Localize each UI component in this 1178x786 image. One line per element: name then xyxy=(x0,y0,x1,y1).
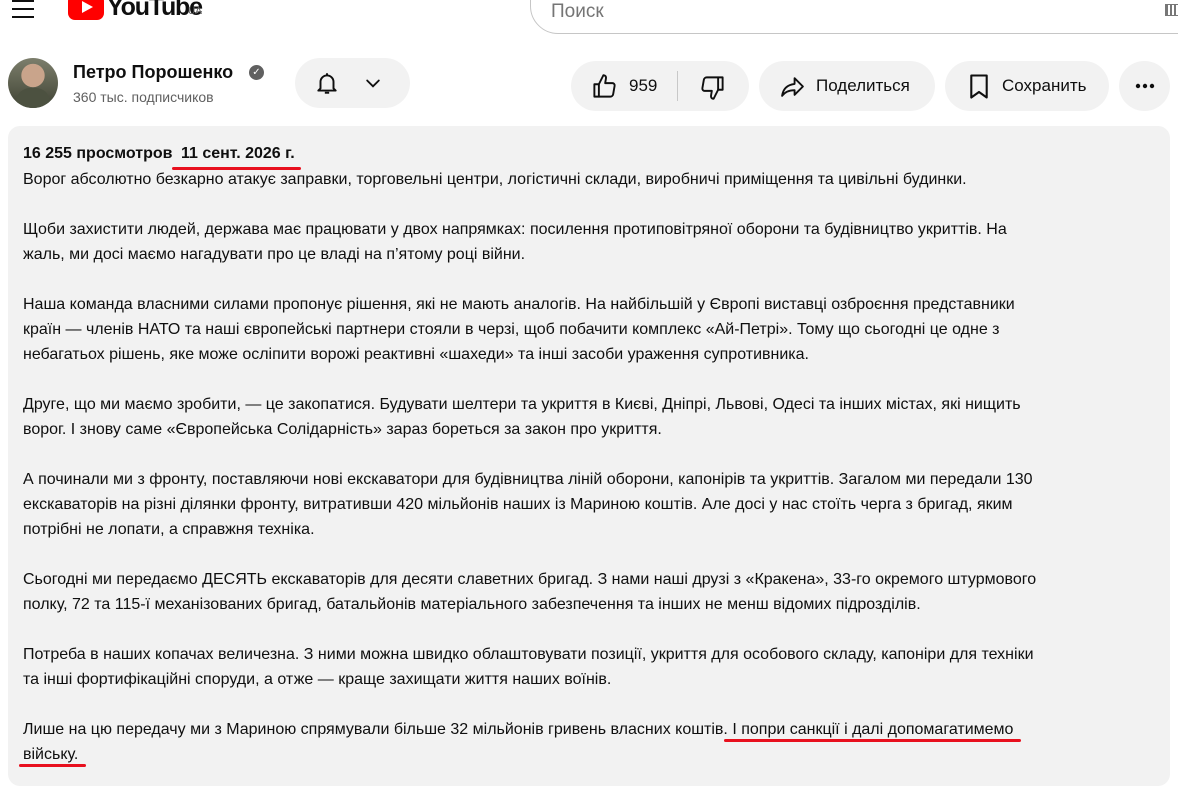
view-count: 16 255 просмотров xyxy=(23,145,173,162)
more-icon xyxy=(1135,83,1155,89)
channel-name[interactable]: Петро Порошенко xyxy=(73,62,233,83)
description-paragraph: Друге, що ми маємо зробити, — це закопат… xyxy=(23,392,1155,442)
menu-icon[interactable] xyxy=(12,0,34,20)
verified-icon: ✓ xyxy=(249,65,264,80)
highlighted-text: І попри санкції і далі допомагатимемо xyxy=(727,721,1014,738)
description-paragraph: Ворог абсолютно безкарно атакує заправки… xyxy=(23,167,1155,192)
video-owner-row: Петро Порошенко ✓ 360 тыс. подписчиков 9… xyxy=(0,56,1178,112)
description-paragraph: А починали ми з фронту, поставляючи нові… xyxy=(23,467,1155,542)
like-count[interactable]: 959 xyxy=(629,76,657,96)
last-line-plain: Лише на цю передачу ми з Мариною спрямув… xyxy=(23,721,728,738)
description-line: екскаваторів на різні ділянки фронту, ви… xyxy=(23,496,1013,513)
search-box[interactable] xyxy=(530,0,1178,34)
logo-region: UA xyxy=(188,6,202,17)
description-paragraph: Сьогодні ми передаємо ДЕСЯТЬ екскаваторі… xyxy=(23,567,1155,617)
description-line: Ворог абсолютно безкарно атакує заправки… xyxy=(23,171,967,188)
description-line: А починали ми з фронту, поставляючи нові… xyxy=(23,471,1033,488)
save-label: Сохранить xyxy=(1002,76,1087,95)
highlighted-text-2: війську. xyxy=(23,746,79,763)
upload-date: 11 сент. 2026 г. xyxy=(171,142,301,170)
description-line: жаль, ми досі маємо нагадувати про це вл… xyxy=(23,246,526,263)
description-line: ворог. І знову саме «Європейська Солідар… xyxy=(23,421,662,438)
description-paragraph-last: Лише на цю передачу ми з Мариною спрямув… xyxy=(23,717,1155,767)
video-description[interactable]: 16 255 просмотров 11 сент. 2026 г. Ворог… xyxy=(8,126,1170,786)
save-icon xyxy=(970,74,988,99)
description-paragraph: Наша команда власними силами пропонує рі… xyxy=(23,292,1155,367)
description-line: Щоби захистити людей, держава має працюв… xyxy=(23,221,1007,238)
description-line: та інші фортифікаційні споруди, а отже —… xyxy=(23,671,612,688)
description-meta: 16 255 просмотров 11 сент. 2026 г. xyxy=(23,142,1155,170)
description-line: країн — членів НАТО та наші європейські … xyxy=(23,321,1000,338)
description-paragraph: Щоби захистити людей, держава має працюв… xyxy=(23,217,1155,267)
avatar[interactable] xyxy=(8,58,58,108)
description-line: полку, 72 та 115-ї механізованих бригад,… xyxy=(23,596,921,613)
description-body: Ворог абсолютно безкарно атакує заправки… xyxy=(23,167,1155,692)
subscriber-count: 360 тыс. подписчиков xyxy=(73,89,214,105)
bell-icon xyxy=(317,73,337,94)
share-label: Поделиться xyxy=(816,76,910,95)
description-line: потрібні не лопати, а справжня техніка. xyxy=(23,521,315,538)
like-divider xyxy=(677,71,678,101)
search-input[interactable] xyxy=(551,1,1111,23)
share-button[interactable]: Поделиться xyxy=(759,61,935,111)
youtube-logo-icon xyxy=(68,0,104,20)
youtube-logo[interactable]: YouTube xyxy=(68,0,203,22)
keyboard-icon[interactable] xyxy=(1165,4,1178,16)
notifications-button[interactable] xyxy=(295,58,410,108)
like-icon[interactable] xyxy=(591,73,618,100)
top-bar: YouTube UA xyxy=(0,0,1178,40)
share-icon xyxy=(781,77,804,97)
description-line: небагатьох рішень, яке може осліпити вор… xyxy=(23,346,809,363)
like-dislike-group: 959 xyxy=(571,61,749,111)
description-paragraph: Потреба в наших копачах величезна. З ним… xyxy=(23,642,1155,692)
description-line: Друге, що ми маємо зробити, — це закопат… xyxy=(23,396,1021,413)
description-line: Наша команда власними силами пропонує рі… xyxy=(23,296,1015,313)
more-actions-button[interactable] xyxy=(1119,61,1170,111)
description-line: Сьогодні ми передаємо ДЕСЯТЬ екскаваторі… xyxy=(23,571,1037,588)
description-line: Потреба в наших копачах величезна. З ним… xyxy=(23,646,1034,663)
chevron-down-icon xyxy=(366,79,380,88)
save-button[interactable]: Сохранить xyxy=(945,61,1109,111)
dislike-icon[interactable] xyxy=(699,74,726,101)
